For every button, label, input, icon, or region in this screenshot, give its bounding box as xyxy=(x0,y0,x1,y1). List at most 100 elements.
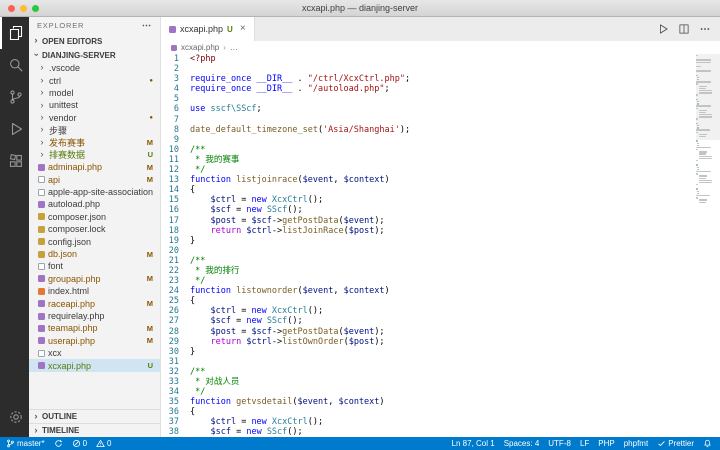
tree-item-config.json[interactable]: config.json xyxy=(29,235,160,247)
activity-extensions[interactable] xyxy=(0,145,29,177)
tree-item-groupapi.php[interactable]: groupapi.php M xyxy=(29,273,160,285)
status-phpfmt[interactable]: phpfmt xyxy=(624,439,648,448)
error-icon xyxy=(72,439,81,448)
activity-run-debug[interactable] xyxy=(0,113,29,145)
tree-item-.vscode[interactable]: › .vscode xyxy=(29,62,160,74)
timeline-section[interactable]: › TIMELINE xyxy=(29,423,160,437)
chevron-right-icon: › xyxy=(34,410,38,422)
status-indentation[interactable]: Spaces: 4 xyxy=(504,439,540,448)
php-file-icon xyxy=(38,300,45,308)
outline-section[interactable]: › OUTLINE xyxy=(29,409,160,423)
status-encoding[interactable]: UTF-8 xyxy=(548,439,571,448)
tree-item-ctrl[interactable]: › ctrl ● xyxy=(29,74,160,86)
settings-icon xyxy=(8,409,24,425)
more-actions-icon[interactable] xyxy=(141,20,152,31)
tree-item-xcx[interactable]: xcx xyxy=(29,347,160,359)
tree-item-requirelay.php[interactable]: requirelay.php xyxy=(29,310,160,322)
status-errors[interactable]: 0 xyxy=(72,439,87,448)
status-eol[interactable]: LF xyxy=(580,439,589,448)
sidebar-title: EXPLORER xyxy=(37,21,85,30)
minimap[interactable] xyxy=(696,55,714,204)
tree-item-xcxapi.php[interactable]: xcxapi.php U xyxy=(29,359,160,372)
open-editors-section[interactable]: › OPEN EDITORS xyxy=(29,34,160,48)
status-prettier[interactable]: Prettier xyxy=(657,439,694,448)
activity-source-control[interactable] xyxy=(0,81,29,113)
root-folder-section[interactable]: › DIANJING-SERVER xyxy=(29,48,160,62)
tree-item-raceapi.php[interactable]: raceapi.php M xyxy=(29,297,160,309)
status-sync[interactable] xyxy=(54,439,63,448)
tree-item-unittest[interactable]: › unittest xyxy=(29,99,160,111)
root-folder-label: DIANJING-SERVER xyxy=(42,50,116,60)
activity-explorer[interactable] xyxy=(0,17,29,49)
tree-item-userapi.php[interactable]: userapi.php M xyxy=(29,335,160,347)
git-status-badge: M xyxy=(146,138,153,148)
editor-group: xcxapi.php U × xcxapi.php › … 1234567891… xyxy=(161,17,720,437)
split-icon xyxy=(678,23,690,35)
tree-item-adminapi.php[interactable]: adminapi.php M xyxy=(29,161,160,173)
git-status-badge: M xyxy=(146,323,153,333)
window-minimize-button[interactable] xyxy=(20,5,27,12)
tree-item-apple-app-site-association[interactable]: apple-app-site-association xyxy=(29,186,160,198)
tree-item-发布赛事[interactable]: › 发布赛事 M xyxy=(29,136,160,148)
title-bar: xcxapi.php — dianjing-server xyxy=(0,0,720,17)
split-button[interactable] xyxy=(678,23,690,35)
json-file-icon xyxy=(38,213,45,221)
status-left: master* 0 0 xyxy=(6,439,111,448)
tree-item-composer.json[interactable]: composer.json xyxy=(29,211,160,223)
status-cursor-position[interactable]: Ln 87, Col 1 xyxy=(452,439,495,448)
file-label: adminapi.php xyxy=(48,162,103,173)
window-zoom-button[interactable] xyxy=(32,5,39,12)
file-label: composer.lock xyxy=(48,224,106,235)
status-git-branch[interactable]: master* xyxy=(6,439,45,448)
breadcrumb[interactable]: xcxapi.php › … xyxy=(161,41,720,54)
window-close-button[interactable] xyxy=(8,5,15,12)
git-status-badge: M xyxy=(146,249,153,259)
status-warnings[interactable]: 0 xyxy=(96,439,111,448)
run-button[interactable] xyxy=(657,23,669,35)
status-language-mode[interactable]: PHP xyxy=(598,439,614,448)
file-label: xcxapi.php xyxy=(48,360,92,371)
status-cursor-position-label: Ln 87, Col 1 xyxy=(451,439,495,448)
warning-icon xyxy=(96,439,105,448)
run-icon xyxy=(657,23,669,35)
tree-item-model[interactable]: › model xyxy=(29,87,160,99)
explorer-icon xyxy=(8,25,24,41)
php-file-icon xyxy=(38,324,45,332)
status-phpfmt-label: phpfmt xyxy=(623,439,649,448)
file-label: config.json xyxy=(48,236,92,247)
git-status-badge: M xyxy=(146,274,153,284)
source-control-icon xyxy=(8,89,24,105)
file-label: autoload.php xyxy=(48,199,101,210)
status-warnings-label: 0 xyxy=(107,439,112,448)
tree-item-autoload.php[interactable]: autoload.php xyxy=(29,198,160,210)
tree-item-index.html[interactable]: index.html xyxy=(29,285,160,297)
file-label: xcx xyxy=(48,348,62,359)
breadcrumb-file[interactable]: xcxapi.php xyxy=(181,43,219,52)
tree-item-排赛数据[interactable]: › 排赛数据 U xyxy=(29,149,160,161)
more-button[interactable] xyxy=(699,23,711,35)
tree-item-步骤[interactable]: › 步骤 xyxy=(29,124,160,136)
tree-item-api[interactable]: api M xyxy=(29,174,160,186)
status-notifications[interactable] xyxy=(703,439,712,448)
run-debug-icon xyxy=(8,121,24,137)
file-label: db.json xyxy=(48,249,78,260)
breadcrumb-more[interactable]: … xyxy=(230,43,238,52)
tree-item-composer.lock[interactable]: composer.lock xyxy=(29,223,160,235)
code-editor: 1 2 3 4 5 6 7 8 9 10 11 12 13 14 15 16 17 18 19 20 21 22 23 24 2… xyxy=(161,54,720,437)
file-label: model xyxy=(49,87,74,98)
activity-search[interactable] xyxy=(0,49,29,81)
file-icon xyxy=(38,188,45,196)
tab-xcxapi[interactable]: xcxapi.php U × xyxy=(161,17,255,41)
json-file-icon xyxy=(38,250,45,258)
code-lines[interactable]: <?php require_once __DIR__ . "/ctrl/XcxC… xyxy=(185,54,720,437)
tree-item-font[interactable]: font xyxy=(29,260,160,272)
tree-item-teamapi.php[interactable]: teamapi.php M xyxy=(29,322,160,334)
tree-item-vendor[interactable]: › vendor ● xyxy=(29,112,160,124)
close-tab-icon[interactable]: × xyxy=(240,24,246,34)
tree-item-db.json[interactable]: db.json M xyxy=(29,248,160,260)
activity-settings[interactable] xyxy=(0,401,29,433)
file-label: api xyxy=(48,174,61,185)
status-prettier-label: Prettier xyxy=(668,439,694,448)
timeline-label: TIMELINE xyxy=(42,426,80,435)
status-errors-label: 0 xyxy=(82,439,88,448)
